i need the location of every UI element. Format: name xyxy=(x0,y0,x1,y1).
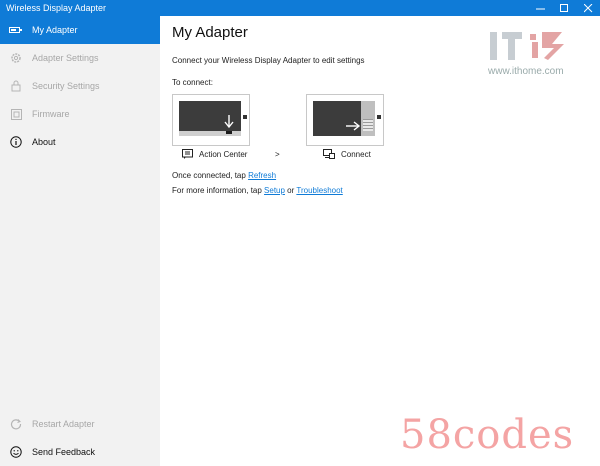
main-content: My Adapter Connect your Wireless Display… xyxy=(160,16,600,466)
sidebar-item-adapter-settings[interactable]: Adapter Settings xyxy=(0,44,160,72)
sidebar-item-my-adapter[interactable]: My Adapter xyxy=(0,16,160,44)
refresh-link[interactable]: Refresh xyxy=(248,171,276,180)
maximize-icon xyxy=(559,3,568,12)
sidebar-item-label: Adapter Settings xyxy=(32,53,99,63)
device-nub xyxy=(243,115,247,119)
once-connected-text: Once connected, tap Refresh xyxy=(172,171,276,180)
once-connected-prefix: Once connected, tap xyxy=(172,171,249,180)
sidebar-item-label: My Adapter xyxy=(32,25,78,35)
screen-graphic xyxy=(313,101,375,136)
firmware-icon xyxy=(0,100,32,128)
sidebar-item-firmware[interactable]: Firmware xyxy=(0,100,160,128)
minimize-button[interactable] xyxy=(528,0,552,16)
action-center-icon xyxy=(182,149,193,159)
troubleshoot-link[interactable]: Troubleshoot xyxy=(296,186,342,195)
step-separator: > xyxy=(275,150,280,159)
sidebar-item-label: Send Feedback xyxy=(32,447,96,457)
gear-icon xyxy=(0,44,32,72)
connect-caption: Connect xyxy=(323,149,371,159)
ithome-url-watermark: www.ithome.com xyxy=(488,66,564,77)
smiley-icon xyxy=(0,438,32,466)
arrow-right-icon xyxy=(346,121,361,131)
lock-icon xyxy=(0,72,32,100)
sidebar-item-label: Restart Adapter xyxy=(32,419,95,429)
sidebar-item-label: Security Settings xyxy=(32,81,100,91)
sidebar-item-security-settings[interactable]: Security Settings xyxy=(0,72,160,100)
window-title: Wireless Display Adapter xyxy=(6,3,107,13)
device-nub xyxy=(377,115,381,119)
more-info-prefix: For more information, tap xyxy=(172,186,265,195)
connect-icon xyxy=(323,149,335,159)
connect-illustration xyxy=(306,94,384,146)
sidebar-item-send-feedback[interactable]: Send Feedback xyxy=(0,438,160,466)
close-icon xyxy=(583,3,592,12)
maximize-button[interactable] xyxy=(552,0,576,16)
sidebar-item-about[interactable]: About xyxy=(0,128,160,156)
ithome-logo-watermark xyxy=(488,28,568,64)
title-bar: Wireless Display Adapter xyxy=(0,0,600,16)
screen-graphic xyxy=(179,101,241,136)
minimize-icon xyxy=(535,8,545,9)
more-info-middle: or xyxy=(284,186,297,195)
58codes-watermark: 58codes xyxy=(400,412,575,458)
restart-icon xyxy=(0,410,32,438)
action-center-caption: Action Center xyxy=(182,149,247,159)
action-center-illustration xyxy=(172,94,250,146)
connect-label: Connect xyxy=(341,149,371,159)
connect-label: To connect: xyxy=(172,78,213,87)
more-info-text: For more information, tap Setup or Troub… xyxy=(172,186,343,195)
sidebar-item-restart-adapter[interactable]: Restart Adapter xyxy=(0,410,160,438)
close-button[interactable] xyxy=(576,0,600,16)
setup-link[interactable]: Setup xyxy=(264,186,285,195)
sidebar: My Adapter Adapter Settings Security Set… xyxy=(0,16,160,466)
arrow-down-icon xyxy=(224,115,234,129)
sidebar-item-label: About xyxy=(32,137,56,147)
sidebar-item-label: Firmware xyxy=(32,109,70,119)
adapter-icon xyxy=(0,16,32,44)
intro-text: Connect your Wireless Display Adapter to… xyxy=(172,56,365,65)
info-icon xyxy=(0,128,32,156)
action-center-label: Action Center xyxy=(199,149,248,159)
page-title: My Adapter xyxy=(172,24,248,41)
